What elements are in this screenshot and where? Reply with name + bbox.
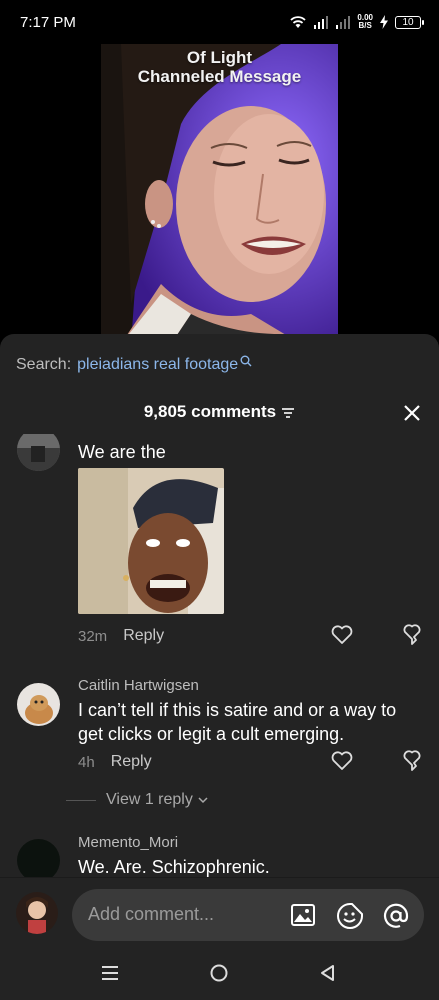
video-player[interactable]: Of Light Channeled Message xyxy=(101,44,338,344)
view-replies-label: View 1 reply xyxy=(106,791,193,808)
net-speed-unit: B/S xyxy=(358,21,372,30)
status-bar: 7:17 PM 0.00 B/S 10 xyxy=(0,0,439,44)
dislike-icon[interactable] xyxy=(401,750,423,772)
close-icon[interactable] xyxy=(403,404,421,422)
menu-recents-icon[interactable] xyxy=(100,963,120,983)
comment-time: 4h xyxy=(78,753,95,771)
comment-author[interactable]: Memento_Mori xyxy=(78,834,178,851)
avatar[interactable] xyxy=(17,434,60,471)
battery-icon: 10 xyxy=(395,15,424,29)
like-heart-icon[interactable] xyxy=(331,625,353,645)
search-label: Search: xyxy=(16,356,72,373)
comments-sheet: Search: pleiadians real footage 9,805 co… xyxy=(0,334,439,1000)
comments-count: 9,805 comments xyxy=(143,402,277,421)
video-caption-line-1: Of Light xyxy=(186,48,253,67)
reply-button[interactable]: Reply xyxy=(111,753,152,771)
comment-item: Caitlin Hartwigsen I can’t tell if this … xyxy=(0,677,439,817)
mention-at-icon[interactable] xyxy=(382,902,410,930)
comment-text: I can’t tell if this is satire and or a … xyxy=(78,700,397,744)
charging-icon xyxy=(380,15,388,29)
my-avatar-image xyxy=(16,892,58,934)
comment-meta: 4h Reply xyxy=(78,753,152,771)
avatar[interactable] xyxy=(17,839,60,878)
comment-text: We. Are. Schizophrenic. xyxy=(78,857,270,877)
chevron-down-icon xyxy=(198,797,208,804)
battery-level: 10 xyxy=(402,16,414,28)
reply-button[interactable]: Reply xyxy=(123,627,164,645)
system-nav-bar xyxy=(0,949,439,1000)
status-time: 7:17 PM xyxy=(20,13,76,31)
video-caption: Of Light Channeled Message xyxy=(101,48,338,86)
search-query-link[interactable]: pleiadians real footage xyxy=(77,356,238,374)
comment-time: 32m xyxy=(78,627,108,645)
net-speed: 0.00 B/S xyxy=(357,14,373,30)
signal-icon xyxy=(314,16,329,29)
comment-author[interactable]: Caitlin Hartwigsen xyxy=(78,677,199,694)
avatar-image xyxy=(17,434,60,471)
comment-gif-image[interactable] xyxy=(78,468,224,614)
comment-input-placeholder: Add comment... xyxy=(88,904,215,924)
comment-input[interactable]: Add comment... xyxy=(72,889,424,941)
comment-item: We are the 32m Reply xyxy=(0,434,439,658)
emoji-sticker-icon[interactable] xyxy=(336,902,364,930)
view-replies-button[interactable]: View 1 reply xyxy=(66,791,209,809)
my-avatar xyxy=(16,892,58,934)
like-heart-icon[interactable] xyxy=(331,751,353,771)
home-circle-icon[interactable] xyxy=(209,963,229,983)
back-triangle-icon[interactable] xyxy=(318,963,338,983)
video-caption-line-2: Channeled Message xyxy=(137,67,302,86)
status-icons: 0.00 B/S 10 xyxy=(289,14,424,30)
comments-header: 9,805 comments xyxy=(0,402,439,422)
search-icon xyxy=(240,355,252,367)
comment-item: Memento_Mori We. Are. Schizophrenic. xyxy=(0,834,439,878)
avatar[interactable] xyxy=(17,683,60,726)
comment-meta: 32m Reply xyxy=(78,627,164,645)
avatar-image xyxy=(17,683,60,726)
gif-image xyxy=(78,468,224,614)
search-suggestion[interactable]: Search: pleiadians real footage xyxy=(16,355,252,374)
comments-list[interactable]: We are the 32m Reply Caitlin Hartwigsen … xyxy=(0,434,439,878)
wifi-icon xyxy=(290,16,307,28)
signal-2-icon xyxy=(336,16,351,29)
video-frame-image xyxy=(101,44,338,344)
sort-filter-icon[interactable] xyxy=(281,407,295,419)
comment-text: We are the xyxy=(78,442,166,462)
replies-divider xyxy=(66,799,96,801)
comment-input-bar: Add comment... xyxy=(0,877,439,949)
dislike-icon[interactable] xyxy=(401,624,423,646)
image-icon[interactable] xyxy=(290,902,316,928)
